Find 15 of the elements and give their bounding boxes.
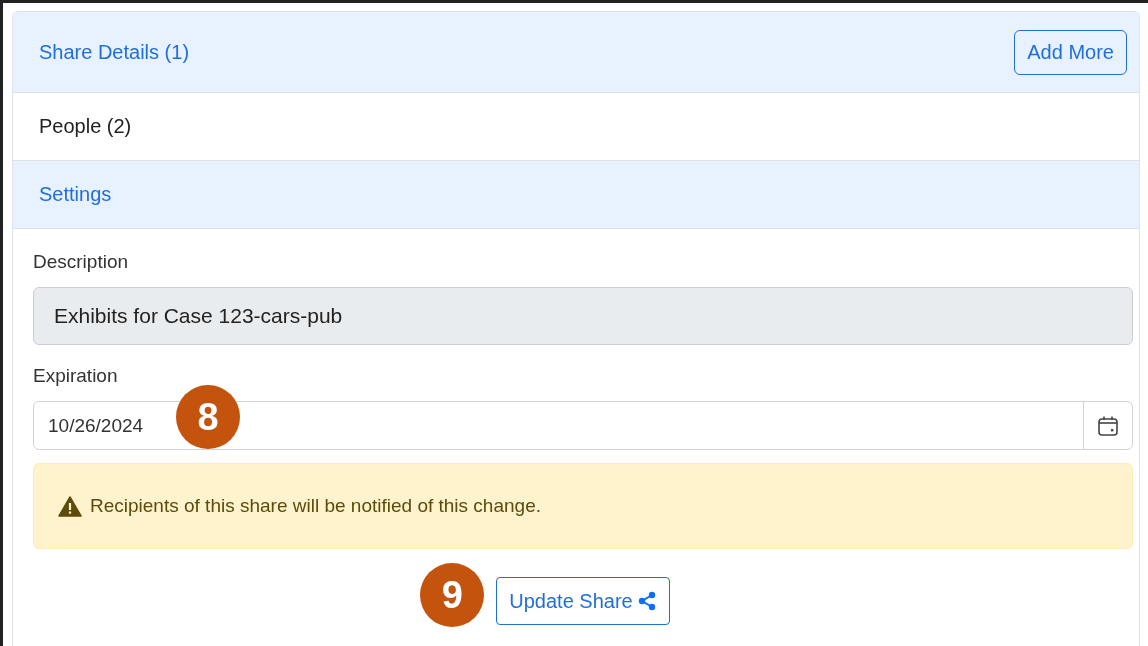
callout-badge: 9 bbox=[420, 563, 485, 627]
section-header[interactable]: Share Details (1) Add More bbox=[13, 12, 1139, 93]
section-title: Settings bbox=[39, 183, 112, 206]
description-field[interactable]: Exhibits for Case 123-cars-pub bbox=[33, 287, 1133, 345]
callout-badge: 8 bbox=[176, 385, 240, 449]
section-header[interactable]: Settings bbox=[13, 161, 1139, 229]
field-label: Description bbox=[33, 251, 130, 273]
update-share-button[interactable]: Update Share bbox=[496, 577, 670, 625]
section-title: Share Details (1) bbox=[39, 40, 190, 64]
warning-icon bbox=[58, 495, 82, 517]
section-title: People (2) bbox=[39, 115, 132, 138]
alert-text: Recipients of this share will be notified of this change. bbox=[90, 495, 541, 517]
share-icon bbox=[636, 591, 657, 611]
add-more-button[interactable]: Add More bbox=[1014, 29, 1127, 75]
field-label: Expiration bbox=[33, 365, 119, 387]
